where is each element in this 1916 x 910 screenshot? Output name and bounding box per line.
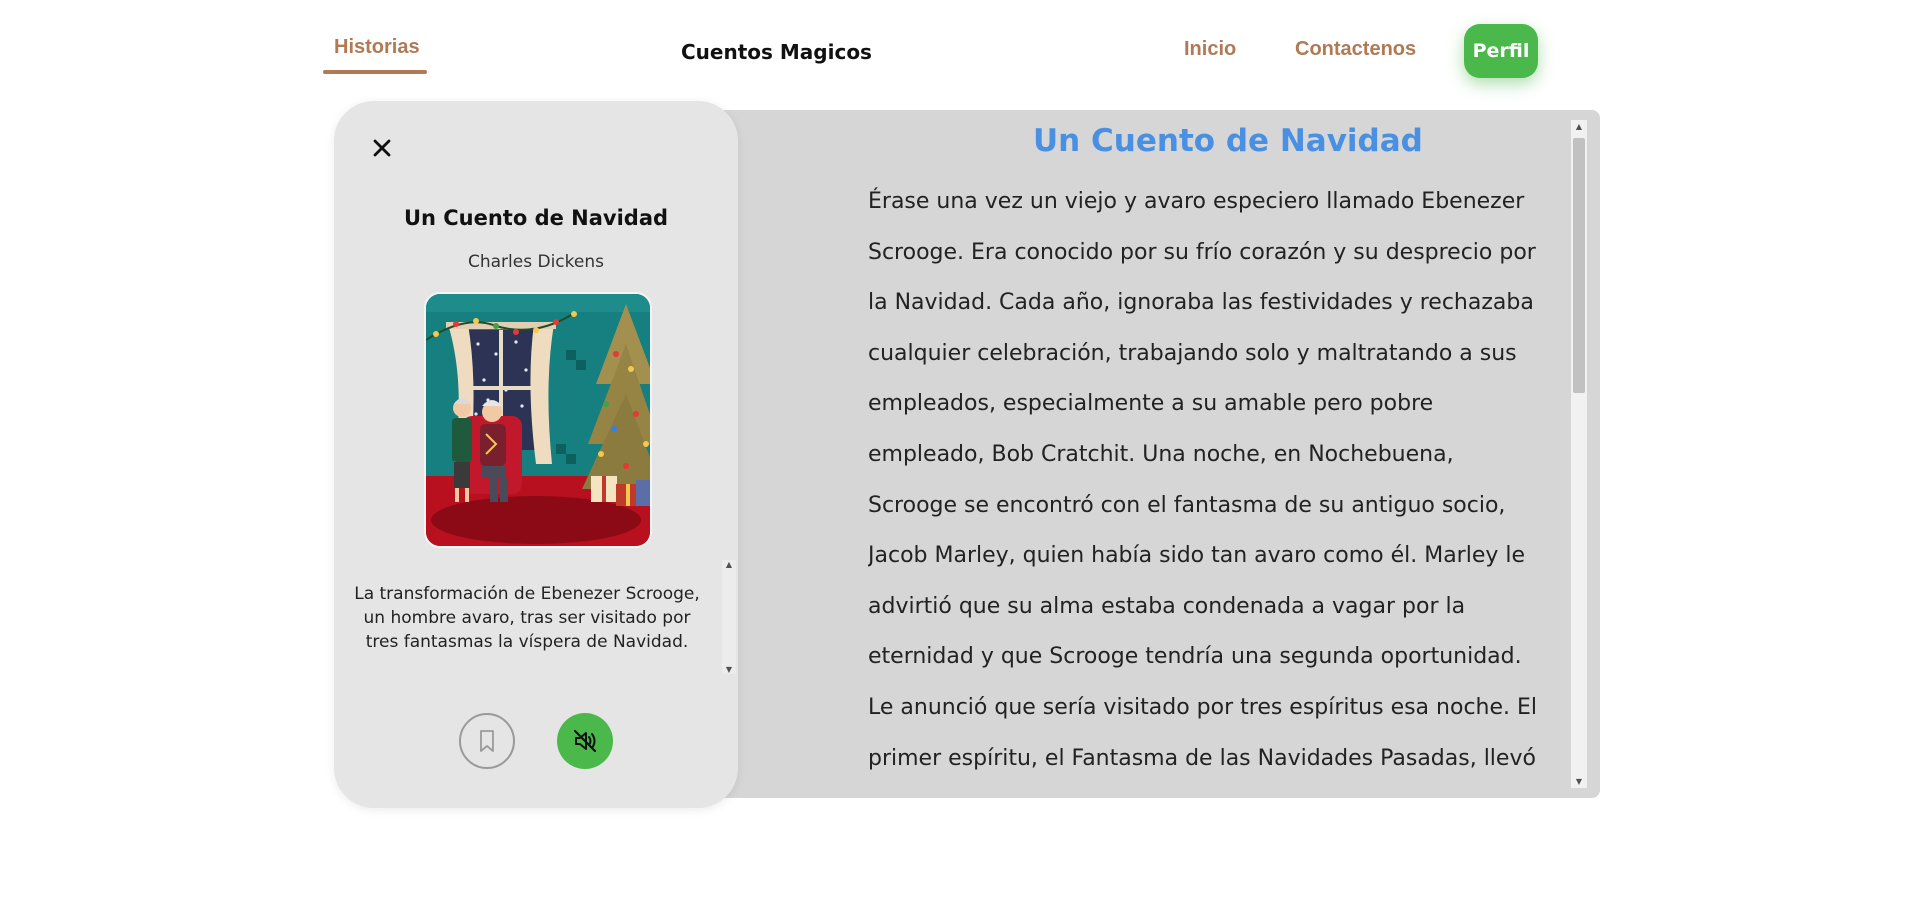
card-author: Charles Dickens (468, 252, 604, 272)
active-tab-underline (323, 70, 427, 74)
scroll-down-arrow-icon[interactable]: ▼ (1571, 777, 1587, 786)
nav-link-contactenos[interactable]: Contactenos (1295, 38, 1416, 61)
card-description: La transformación de Ebenezer Scrooge, u… (354, 584, 700, 652)
story-scrollbar[interactable]: ▲ ▼ (1571, 120, 1587, 788)
story-title: Un Cuento de Navidad (1033, 123, 1423, 159)
scroll-up-arrow-icon[interactable]: ▲ (722, 560, 736, 569)
book-cover-image (424, 292, 652, 548)
scroll-up-arrow-icon[interactable]: ▲ (1571, 122, 1587, 131)
story-text: Érase una vez un viejo y avaro especiero… (868, 189, 1538, 771)
nav-link-inicio[interactable]: Inicio (1184, 38, 1236, 61)
card-title: Un Cuento de Navidad (403, 206, 669, 230)
scrollbar-thumb[interactable] (1573, 138, 1585, 393)
close-icon (373, 139, 391, 157)
scroll-down-arrow-icon[interactable]: ▼ (722, 665, 736, 674)
christmas-scene-illustration (426, 294, 650, 546)
nav-link-historias[interactable]: Historias (334, 36, 420, 59)
close-button[interactable] (364, 130, 400, 166)
audio-toggle-button[interactable] (557, 713, 613, 769)
description-scrollbar[interactable]: ▲ ▼ (722, 560, 736, 674)
bookmark-button[interactable] (459, 713, 515, 769)
profile-button[interactable]: Perfil (1464, 24, 1538, 78)
bookmark-icon (480, 730, 494, 752)
brand-title: Cuentos Magicos (681, 40, 872, 64)
speaker-muted-icon (573, 729, 597, 753)
